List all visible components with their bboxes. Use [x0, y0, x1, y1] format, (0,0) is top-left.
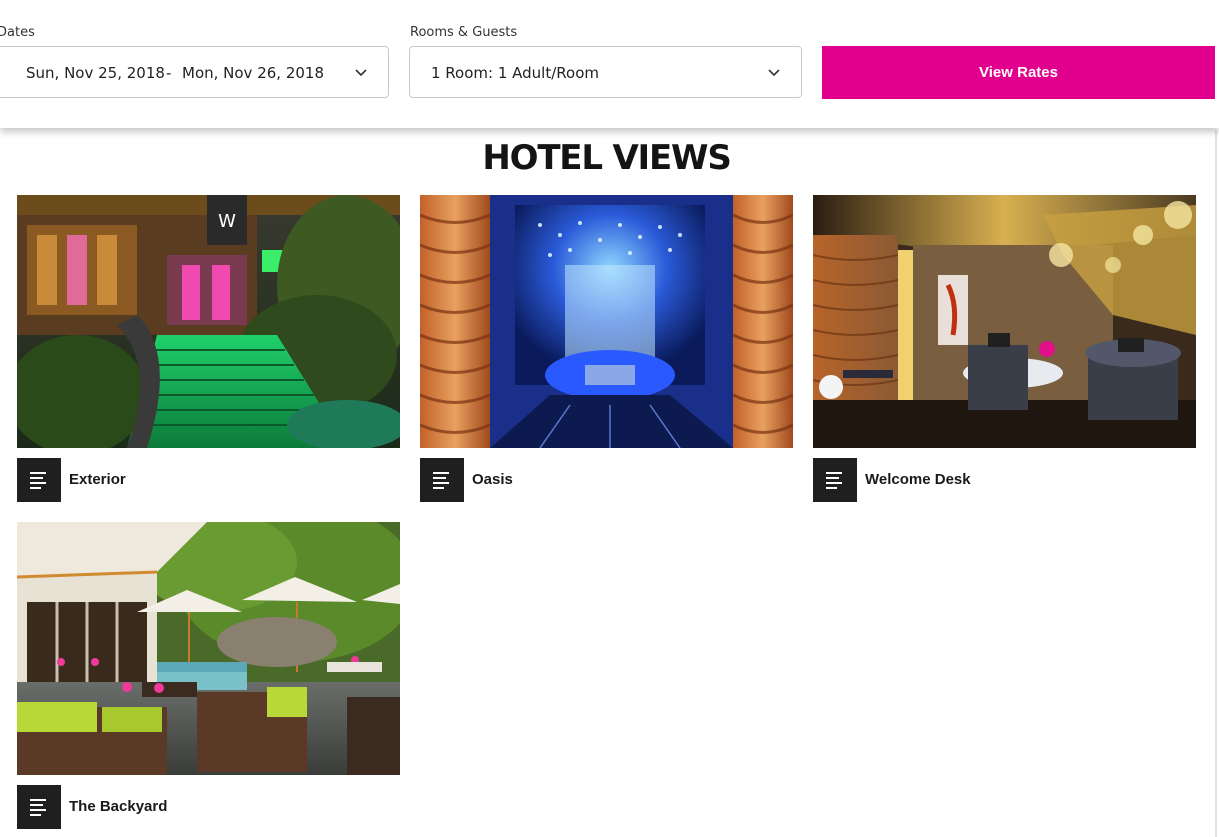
page-edge-divider [1215, 130, 1217, 837]
text-lines-icon[interactable] [813, 458, 857, 502]
welcome-desk-photo[interactable] [813, 195, 1196, 448]
rooms-guests-select[interactable]: 1 Room: 1 Adult/Room [409, 46, 802, 98]
oasis-photo[interactable] [420, 195, 793, 448]
rooms-guests-label: Rooms & Guests [410, 25, 518, 40]
chevron-down-icon [355, 69, 367, 77]
section-title: HOTEL VIEWS [482, 138, 731, 178]
rooms-guests-value: 1 Room: 1 Adult/Room [431, 64, 600, 82]
gallery-caption: The Backyard [69, 798, 168, 815]
the-backyard-photo[interactable] [17, 522, 400, 775]
check-in-date: Sun, Nov 25, 2018 [26, 64, 165, 82]
date-separator: - [166, 64, 172, 82]
gallery-caption: Oasis [472, 471, 513, 488]
gallery-caption: Exterior [69, 471, 126, 488]
svg-text:W: W [218, 211, 236, 232]
exterior-photo[interactable]: W [17, 195, 400, 448]
dates-label: Dates [0, 25, 35, 40]
chevron-down-icon [768, 69, 780, 77]
text-lines-icon[interactable] [17, 785, 61, 829]
booking-bar: Dates Sun, Nov 25, 2018 - Mon, Nov 26, 2… [0, 0, 1219, 128]
view-rates-button[interactable]: View Rates [822, 46, 1215, 99]
gallery-caption: Welcome Desk [865, 471, 971, 488]
text-lines-icon[interactable] [17, 458, 61, 502]
date-range-picker[interactable]: Sun, Nov 25, 2018 - Mon, Nov 26, 2018 [0, 46, 389, 98]
check-out-date: Mon, Nov 26, 2018 [182, 64, 325, 82]
text-lines-icon[interactable] [420, 458, 464, 502]
